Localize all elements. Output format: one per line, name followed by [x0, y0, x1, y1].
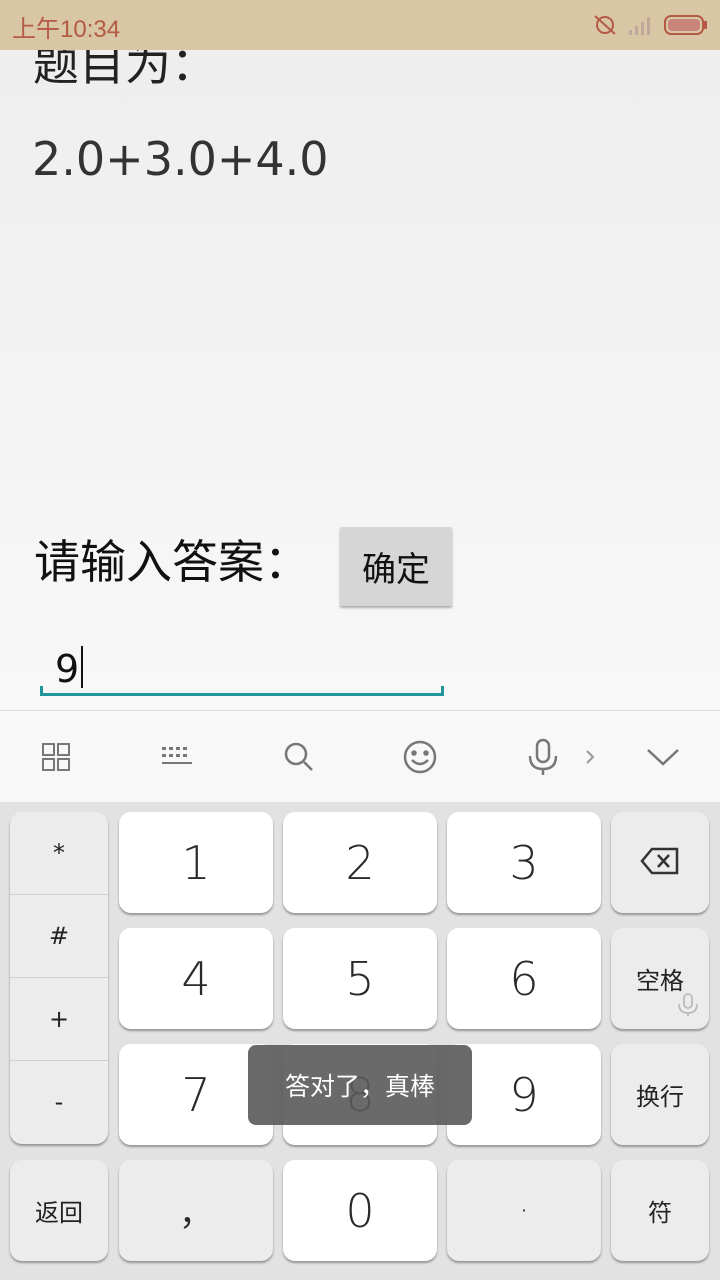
key-3[interactable]: 3	[447, 812, 601, 913]
confirm-button[interactable]: 确定	[340, 527, 452, 606]
key-plus[interactable]: +	[10, 978, 108, 1061]
backspace-icon	[640, 847, 680, 879]
battery-icon	[664, 14, 708, 40]
toast-message: 答对了，真棒	[248, 1045, 472, 1125]
answer-input[interactable]: 9	[40, 640, 444, 696]
text-cursor	[81, 646, 84, 688]
back-key[interactable]: 返回	[10, 1160, 108, 1261]
keyboard-toolbar	[0, 710, 720, 803]
numeric-keyboard: * # + - 1 2 3 4 5 6 空格 7 8 9 换行 返回 ， 0 ·…	[0, 802, 720, 1280]
chevron-down-icon[interactable]	[641, 735, 685, 779]
symbols-key[interactable]: 符	[611, 1160, 709, 1261]
space-key-label: 空格	[636, 967, 684, 995]
alarm-off-icon	[592, 13, 618, 41]
mic-icon[interactable]	[521, 735, 565, 779]
key-1[interactable]: 1	[119, 812, 273, 913]
key-2[interactable]: 2	[283, 812, 437, 913]
symbol-column: * # + -	[10, 812, 108, 1144]
key-5[interactable]: 5	[283, 928, 437, 1029]
signal-icon	[628, 14, 654, 40]
backspace-key[interactable]	[611, 812, 709, 913]
search-icon[interactable]	[277, 735, 321, 779]
chevron-right-icon[interactable]	[568, 735, 612, 779]
keyboard-icon[interactable]	[155, 735, 199, 779]
question-title: 题目为：	[33, 50, 217, 91]
answer-prompt: 请输入答案：	[34, 535, 310, 589]
status-bar: 上午10:34	[0, 0, 720, 50]
question-expression: 2.0+3.0+4.0	[32, 132, 329, 186]
dot-key[interactable]: ·	[447, 1160, 601, 1261]
key-asterisk[interactable]: *	[10, 812, 108, 895]
quiz-screen: 题目为： 2.0+3.0+4.0 请输入答案： 确定 9	[0, 50, 720, 710]
emoji-icon[interactable]	[398, 735, 442, 779]
answer-value: 9	[55, 647, 80, 691]
input-underline	[40, 686, 444, 696]
enter-key[interactable]: 换行	[611, 1044, 709, 1145]
space-key[interactable]: 空格	[611, 928, 709, 1029]
key-4[interactable]: 4	[119, 928, 273, 1029]
mic-small-icon	[677, 993, 699, 1023]
key-0[interactable]: 0	[283, 1160, 437, 1261]
key-minus[interactable]: -	[10, 1061, 108, 1143]
key-hash[interactable]: #	[10, 895, 108, 978]
comma-key[interactable]: ，	[119, 1160, 273, 1261]
status-time: 上午10:34	[12, 16, 121, 43]
grid-icon[interactable]	[34, 735, 78, 779]
key-6[interactable]: 6	[447, 928, 601, 1029]
